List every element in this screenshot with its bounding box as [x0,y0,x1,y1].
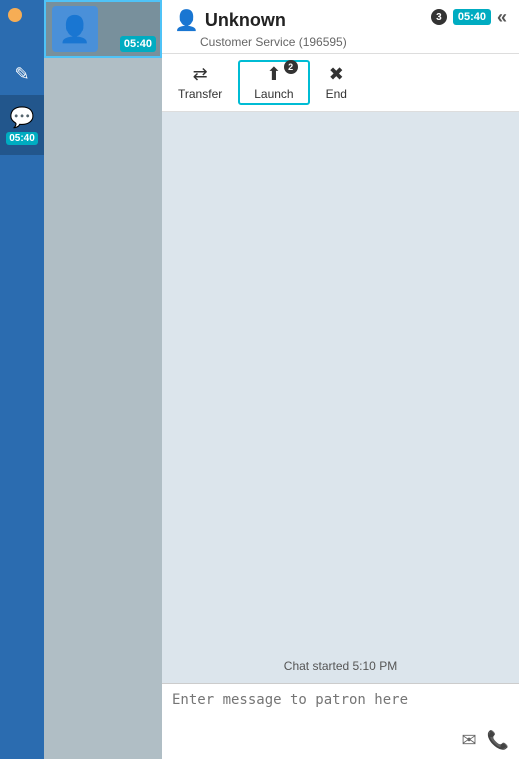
chat-header-right: 3 05:40 « [431,8,507,26]
end-icon: ✖ [329,64,344,85]
chat-messages-area: Chat started 5:10 PM [162,112,519,683]
sidebar-chat-timer: 05:40 [6,132,38,145]
end-label: End [326,87,347,101]
launch-icon: ⬆ [266,64,281,85]
chat-queue-name: Customer Service (196595) [200,35,347,49]
phone-icon: 📞 [487,730,509,750]
transfer-button[interactable]: ⇄ Transfer [162,60,238,105]
launch-label: Launch [254,87,293,101]
status-dot [8,8,22,22]
panel-item-timer: 05:40 [120,36,156,52]
transfer-icon: ⇄ [193,64,208,85]
avatar: 👤 [52,6,98,52]
chat-input-area: ✉ 📞 [162,683,519,759]
panel-chat-item[interactable]: 👤 05:40 [44,0,162,58]
sidebar: ✎ 💬 05:40 [0,0,44,759]
chat-header-name-row: 👤 Unknown [174,8,347,33]
sidebar-item-edit[interactable]: ✎ [0,54,44,95]
chat-icon: 💬 [10,105,35,130]
chat-header: 👤 Unknown Customer Service (196595) 3 05… [162,0,519,54]
header-badge: 3 [431,9,447,25]
phone-icon-button[interactable]: 📞 [487,730,509,751]
chat-started-message: Chat started 5:10 PM [284,659,397,673]
edit-icon: ✎ [14,64,29,85]
collapse-button[interactable]: « [497,8,507,26]
chat-header-left: 👤 Unknown Customer Service (196595) [174,8,347,49]
launch-badge: 2 [284,60,298,74]
message-input[interactable] [172,692,509,724]
end-button[interactable]: ✖ End [310,60,363,105]
chat-contact-name: Unknown [205,10,286,31]
input-actions: ✉ 📞 [172,730,509,751]
sidebar-item-chat[interactable]: 💬 05:40 [0,95,44,155]
user-avatar-icon: 👤 [59,14,91,45]
chat-toolbar: ⇄ Transfer 2 ⬆ Launch ✖ End [162,54,519,112]
chat-panel: 👤 05:40 [44,0,162,759]
header-user-icon: 👤 [174,8,199,33]
launch-button[interactable]: 2 ⬆ Launch [238,60,309,105]
transfer-label: Transfer [178,87,222,101]
main-chat-area: 👤 Unknown Customer Service (196595) 3 05… [162,0,519,759]
send-icon-button[interactable]: ✉ [461,730,476,751]
header-timer: 05:40 [453,9,491,25]
send-icon: ✉ [461,730,476,750]
